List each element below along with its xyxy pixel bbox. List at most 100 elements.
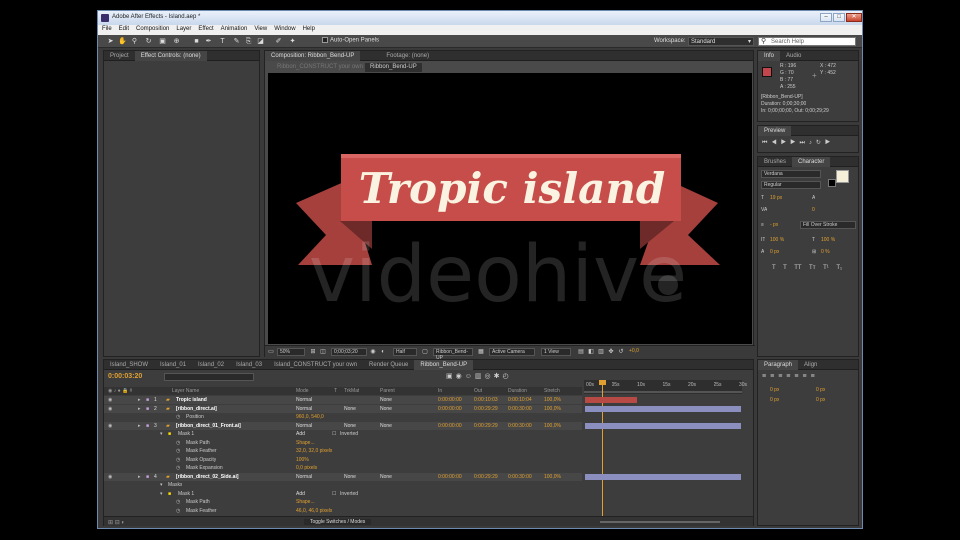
tab-effect-controls[interactable]: Effect Controls: (none)	[134, 51, 207, 61]
subscript-button[interactable]: T₁	[836, 265, 842, 271]
mode-dropdown[interactable]: Normal	[296, 397, 312, 403]
superscript-button[interactable]: T¹	[823, 265, 829, 271]
shy-icon[interactable]: ☺	[465, 373, 475, 380]
out-time[interactable]: 0:00:29:29	[474, 474, 498, 480]
tab-preview[interactable]: Preview	[758, 126, 792, 136]
duration-time[interactable]: 0:00:30:00	[508, 423, 532, 429]
property-row[interactable]: ◷ Mask Feather 46,0, 46,0 pixels	[104, 507, 582, 515]
zoom-tool-icon[interactable]: ⚲	[130, 37, 139, 46]
layer-row[interactable]: ◉ ▸ ■ 4 ▰ [ribbon_direct_02_Side.ai] Normal Non…	[104, 472, 582, 481]
audio-icon[interactable]: ♪	[809, 140, 816, 146]
tab-character[interactable]: Character	[792, 157, 831, 167]
twirl-icon[interactable]: ▾	[160, 431, 163, 437]
font-size-value[interactable]: 19 px	[770, 195, 782, 201]
property-row[interactable]: ◷ Mask Feather 32,0, 32,0 pixels	[104, 447, 582, 455]
align-left-icon[interactable]: ≡	[762, 373, 770, 380]
play-icon[interactable]: ▶	[781, 140, 790, 146]
zoom-slider[interactable]	[600, 521, 720, 523]
property-row[interactable]: ◷ Mask Opacity 100%	[104, 456, 582, 464]
twirl-icon[interactable]: ▸	[138, 474, 141, 480]
views-dropdown[interactable]: 1 View	[541, 348, 571, 356]
close-button[interactable]: ✕	[846, 13, 862, 22]
inverted-checkbox[interactable]: ☐	[332, 431, 336, 437]
out-time[interactable]: 0:00:29:29	[474, 406, 498, 412]
tab-render-queue[interactable]: Render Queue	[363, 360, 414, 370]
playhead-handle[interactable]	[599, 380, 606, 385]
timeline-toggle-icon[interactable]: ▥	[597, 348, 605, 356]
composition-viewer[interactable]: Tropic island videohive	[268, 73, 752, 344]
snapshot-icon[interactable]: ◉	[369, 348, 377, 356]
eye-icon[interactable]: ◉	[108, 423, 112, 429]
tab-ribbon-bend-up[interactable]: Ribbon_Bend-UP	[365, 63, 422, 72]
parent-dropdown[interactable]: None	[380, 474, 392, 480]
resolution-dropdown[interactable]: Half	[393, 348, 417, 356]
indent-left-value[interactable]: 0 px	[770, 387, 779, 393]
property-row[interactable]: ◷ Mask Expansion 0,0 pixels	[104, 464, 582, 472]
twirl-icon[interactable]: ▸	[138, 406, 141, 412]
stopwatch-icon[interactable]: ◷	[176, 414, 180, 420]
twirl-icon[interactable]: ▸	[138, 423, 141, 429]
toggle-pixel-aspect-icon[interactable]: ▤	[577, 348, 585, 356]
duration-time[interactable]: 0:00:30:00	[508, 406, 532, 412]
menu-view[interactable]: View	[250, 25, 270, 32]
trkmat-dropdown[interactable]: None	[344, 423, 356, 429]
stretch-value[interactable]: 100,0%	[544, 397, 561, 403]
menu-animation[interactable]: Animation	[217, 25, 251, 32]
mode-dropdown[interactable]: Normal	[296, 423, 312, 429]
trkmat-dropdown[interactable]: None	[344, 474, 356, 480]
group-row[interactable]: ▾ Masks	[104, 481, 582, 489]
mask-mode-dropdown[interactable]: Add	[296, 431, 305, 437]
layer-row[interactable]: ◉ ▸ ■ 2 ▰ [ribbon_direct.ai] Normal None None 0:0…	[104, 404, 582, 413]
small-caps-button[interactable]: Tт	[809, 265, 815, 271]
property-value[interactable]: Shape...	[296, 499, 315, 505]
rectangle-tool-icon[interactable]: ■	[192, 37, 201, 46]
menu-window[interactable]: Window	[270, 25, 298, 32]
property-value[interactable]: 0,0 pixels	[296, 465, 317, 471]
layer-view-dropdown[interactable]: Ribbon_Bend-UP	[433, 348, 473, 361]
eye-icon[interactable]: ◉	[108, 474, 112, 480]
brush-tool-icon[interactable]: ✎	[232, 37, 241, 46]
property-value[interactable]: 960,0, 540,0	[296, 414, 324, 420]
exposure-value[interactable]: +0,0	[629, 348, 639, 354]
twirl-icon[interactable]: ▾	[160, 491, 163, 497]
vertical-scale-value[interactable]: 100 %	[770, 237, 784, 243]
exposure-reset-icon[interactable]: ↺	[617, 348, 625, 356]
first-frame-icon[interactable]: ⏮	[762, 140, 771, 146]
safe-zones-icon[interactable]: ⊞	[309, 348, 317, 356]
out-time[interactable]: 0:00:29:29	[474, 423, 498, 429]
in-time[interactable]: 0:00:00:00	[438, 397, 462, 403]
horizontal-scale-value[interactable]: 100 %	[821, 237, 835, 243]
auto-open-panels-toggle[interactable]: Auto-Open Panels	[322, 37, 379, 44]
property-value[interactable]: 100%	[296, 457, 309, 463]
stopwatch-icon[interactable]: ◷	[176, 465, 180, 471]
transparency-grid-icon[interactable]: ▦	[477, 348, 485, 356]
all-caps-button[interactable]: TT	[794, 265, 801, 271]
layer-row[interactable]: ◉ ▸ ■ 1 ▰ Tropic island Normal None 0:00:00:00 0:…	[104, 396, 582, 404]
draft-3d-icon[interactable]: ◉	[456, 373, 465, 380]
always-preview-icon[interactable]: ▭	[267, 348, 275, 356]
tab-island-construct[interactable]: Island_CONSTRUCT your own	[268, 360, 363, 370]
stretch-value[interactable]: 100,0%	[544, 423, 561, 429]
clone-stamp-tool-icon[interactable]: ⎘	[244, 37, 253, 46]
menu-effect[interactable]: Effect	[194, 25, 216, 32]
ram-preview-icon[interactable]: ▶	[825, 140, 834, 146]
stretch-value[interactable]: 100,0%	[544, 406, 561, 412]
out-time[interactable]: 0:00:10:03	[474, 397, 498, 403]
frame-blending-icon[interactable]: ▥	[475, 373, 485, 380]
work-area-bar[interactable]	[584, 391, 742, 393]
tracking-value[interactable]: 0	[812, 207, 815, 213]
workspace-dropdown[interactable]: Standard ▾	[688, 37, 754, 46]
property-value[interactable]: 32,0, 32,0 pixels	[296, 448, 332, 454]
pen-tool-icon[interactable]: ✒	[204, 37, 213, 46]
brainstorm-icon[interactable]: ✱	[494, 373, 503, 380]
prev-frame-icon[interactable]: ◀	[771, 140, 780, 146]
tsume-value[interactable]: 0 %	[821, 249, 830, 255]
font-family-dropdown[interactable]: Verdana	[761, 170, 821, 178]
timeline-footer-icons[interactable]: ⊞ ⊟ ◐	[108, 519, 125, 526]
property-row[interactable]: ◷ Position 960,0, 540,0	[104, 413, 582, 421]
justify-right-icon[interactable]: ≡	[802, 373, 810, 380]
motion-blur-icon[interactable]: ◎	[485, 373, 494, 380]
duration-time[interactable]: 0:00:10:04	[508, 397, 532, 403]
property-value[interactable]: Shape...	[296, 440, 315, 446]
tab-footage[interactable]: Footage: (none)	[380, 51, 435, 61]
